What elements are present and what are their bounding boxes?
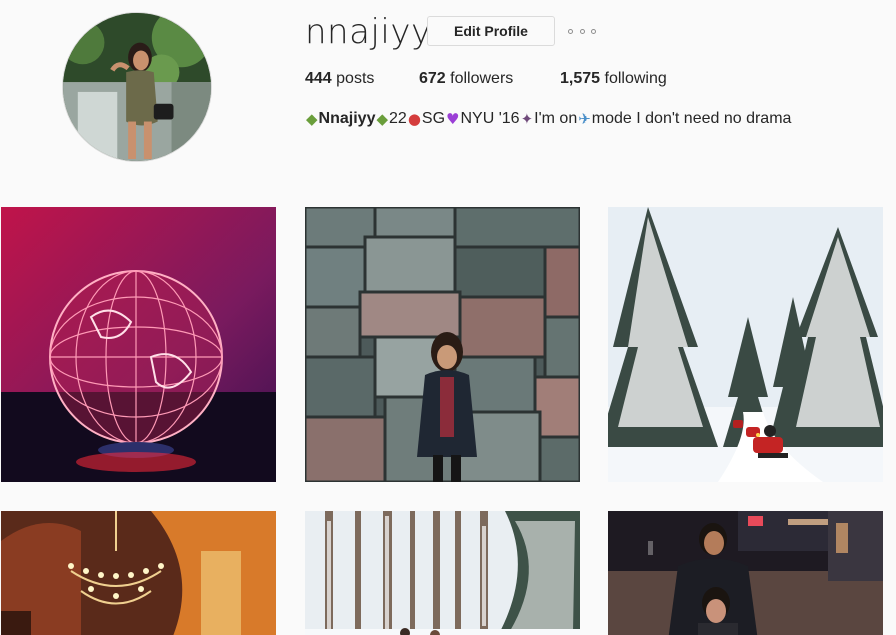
dot-icon <box>591 28 596 34</box>
more-options-icon[interactable] <box>568 24 596 38</box>
following-label: following <box>600 70 667 87</box>
round-pushpin-icon: ● <box>407 110 421 128</box>
followers-label: followers <box>445 70 514 87</box>
money-with-wings-icon: ◆ <box>376 110 389 128</box>
bio-name: Nnajiyy <box>318 110 376 127</box>
post-tile-snowy-forest[interactable] <box>608 207 883 482</box>
following-stat[interactable]: 1,575 following <box>560 68 667 90</box>
dot-icon <box>579 28 585 34</box>
champagne-bottle-icon: ✦ <box>520 110 534 128</box>
followers-stat[interactable]: 672 followers <box>419 68 513 90</box>
post-tile-chandelier[interactable] <box>1 511 276 635</box>
bio-school: NYU '16 <box>460 110 520 127</box>
post-image <box>608 207 883 482</box>
dot-icon <box>568 28 573 34</box>
following-count: 1,575 <box>560 70 601 87</box>
avatar-image <box>63 13 211 161</box>
money-with-wings-icon: ◆ <box>306 110 318 128</box>
bio-text-a: I'm on <box>534 110 578 127</box>
posts-count: 444 <box>305 70 332 87</box>
posts-stat: 444 posts <box>305 68 374 90</box>
post-image <box>305 511 580 635</box>
bio-text-b: mode I don't need no drama <box>591 110 792 127</box>
profile-username: nnajiyy <box>305 12 432 52</box>
bio-age: 22 <box>389 110 407 127</box>
post-image <box>1 511 276 635</box>
edit-profile-button[interactable]: Edit Profile <box>427 16 555 46</box>
profile-stats: 444 posts 672 followers 1,575 following <box>305 68 667 90</box>
bio-location: SG <box>421 110 446 127</box>
profile-page: nnajiyy Edit Profile 444 posts 672 follo… <box>0 0 896 635</box>
post-image <box>608 511 883 635</box>
post-image <box>305 207 580 482</box>
airplane-icon: ✈ <box>578 110 591 128</box>
posts-label: posts <box>331 70 375 87</box>
profile-avatar[interactable] <box>62 12 212 162</box>
purple-heart-icon: ♥ <box>446 110 460 128</box>
post-tile-stone-wall[interactable] <box>305 207 580 482</box>
followers-count: 672 <box>419 70 446 87</box>
profile-bio: ◆ Nnajiyy ◆ 22 ● SG ♥ NYU '16 ✦ I'm on ✈… <box>305 106 791 132</box>
post-image <box>1 207 276 482</box>
post-tile-birch-forest[interactable] <box>305 511 580 635</box>
post-tile-night-street[interactable] <box>608 511 883 635</box>
post-tile-globe[interactable] <box>1 207 276 482</box>
